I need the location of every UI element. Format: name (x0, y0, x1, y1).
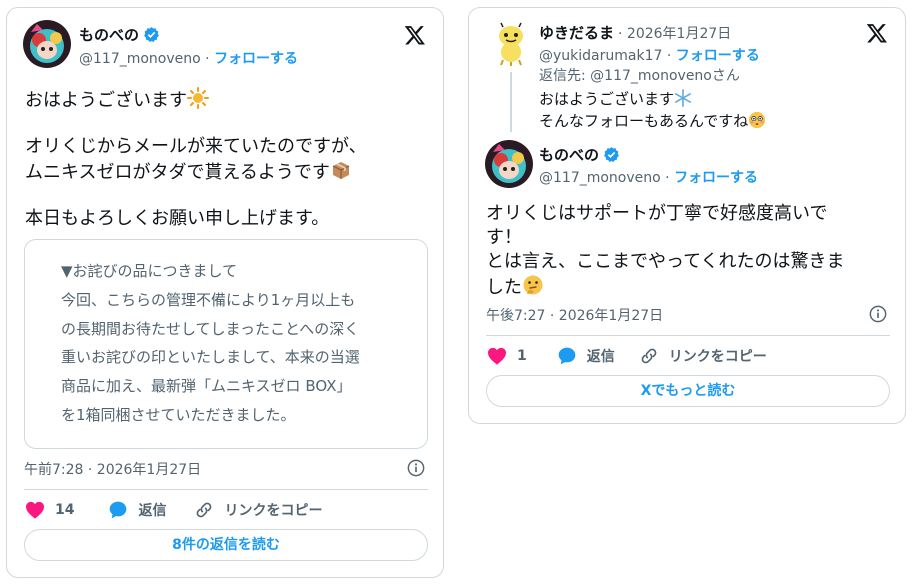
tweet-card-right: ゆきだるま · 2026年1月27日 @yukidarumak17 · フォロー… (468, 7, 906, 424)
separator-dot: · (665, 170, 675, 186)
separator-dot: · (666, 48, 676, 64)
tweet-line: す！ (486, 227, 522, 248)
tweet-line: オリくじはサポートが丁寧で好感度高いで (486, 203, 828, 224)
author-display-name[interactable]: ものべの (539, 144, 599, 165)
tweet-line: とは言え、ここまでやってくれたのは驚きま (486, 251, 845, 272)
quote-line: ▼お詫びの品につきまして (61, 262, 238, 280)
tweet-line: ムニキスゼロがタダで貰えるようです (25, 162, 330, 183)
tweet-line: した (486, 277, 522, 298)
reply-to-text[interactable]: 返信先: @117_monovenoさん (539, 65, 740, 85)
reply-author-name[interactable]: ゆきだるま (539, 22, 614, 43)
link-icon (197, 502, 212, 518)
reply-label: 返信 (586, 349, 615, 365)
like-button[interactable]: 1 (487, 347, 527, 365)
copy-link-label: リンクをコピー (668, 349, 767, 365)
divider (486, 335, 890, 336)
reply-bubble-icon (110, 501, 127, 519)
quote-line: 商品に加え、最新弾「ムニキスゼロ BOX」 (61, 377, 352, 396)
info-icon[interactable] (407, 459, 425, 477)
link-icon (641, 348, 657, 364)
flushed-face-emoji (749, 111, 766, 129)
tweet-timestamp[interactable]: 午後7:27 · 2026年1月27日 (486, 305, 663, 325)
thinking-face-emoji (523, 275, 543, 295)
separator-dot: · (205, 51, 215, 67)
author-handle[interactable]: @117_monoveno (539, 170, 661, 186)
tweet-line: 本日もよろしくお願い申し上げます。 (25, 208, 330, 229)
read-replies-button[interactable]: 8件の返信を読む (24, 529, 428, 561)
quote-line: の長期間お待たせしてしまったことへの深く (61, 319, 360, 338)
info-icon[interactable] (869, 305, 887, 323)
heart-icon (26, 501, 44, 519)
tweet-card-left: ものべの @117_monoveno · フォローする おはようございます オリ… (6, 7, 444, 578)
reply-date[interactable]: · 2026年1月27日 (618, 23, 731, 43)
follow-button[interactable]: フォローする (674, 170, 758, 186)
heart-icon (488, 347, 506, 365)
reply-line: そんなフォローもあるんですね (539, 112, 749, 130)
reply-bubble-icon (558, 347, 576, 365)
reply-label: 返信 (138, 503, 167, 519)
tweet-body: おはようございます オリくじからメールが来ていたのですが、 ムニキスゼロがタダで… (25, 87, 367, 231)
like-count: 1 (517, 348, 527, 364)
like-button[interactable]: 14 (25, 501, 74, 519)
x-logo-icon[interactable] (866, 22, 888, 44)
copy-link-button[interactable]: リンクをコピー (639, 346, 767, 366)
reply-button[interactable]: 返信 (108, 500, 166, 520)
reply-author-avatar[interactable] (491, 22, 531, 66)
verified-badge-icon (144, 27, 159, 43)
read-more-on-x-button[interactable]: Xでもっと読む (486, 375, 890, 407)
tweet-line: おはようございます (25, 90, 187, 111)
reply-line: おはようございます (539, 90, 675, 108)
tweet-body: オリくじはサポートが丁寧で好感度高いで す！ とは言え、ここまでやってくれたのは… (486, 202, 845, 298)
copy-link-label: リンクをコピー (224, 503, 323, 519)
package-emoji (332, 162, 350, 179)
author-display-name[interactable]: ものべの (79, 24, 139, 45)
reply-author-handle[interactable]: @yukidarumak17 (539, 48, 662, 64)
copy-link-button[interactable]: リンクをコピー (194, 500, 322, 520)
reply-body: おはようございます そんなフォローもあるんですね (539, 88, 766, 132)
quote-line: 今回、こちらの管理不備により1ヶ月以上も (61, 290, 356, 309)
tweet-timestamp[interactable]: 午前7:28 · 2026年1月27日 (24, 459, 201, 479)
verified-badge-icon (604, 147, 619, 163)
avatar[interactable] (485, 140, 533, 188)
divider (24, 489, 428, 490)
snowflake-emoji (675, 89, 692, 107)
quote-line: 重いお詫びの印といたしまして、本来の当選 (61, 348, 360, 367)
thread-connector (510, 72, 512, 132)
follow-button[interactable]: フォローする (214, 51, 298, 67)
reply-button[interactable]: 返信 (557, 346, 615, 366)
sun-emoji (187, 87, 209, 109)
author-handle[interactable]: @117_monoveno (79, 51, 201, 67)
quoted-text: ▼お詫びの品につきまして 今回、こちらの管理不備により1ヶ月以上も の長期間お待… (61, 257, 360, 430)
tweet-line: オリくじからメールが来ていたのですが、 (25, 136, 367, 157)
avatar[interactable] (23, 20, 71, 68)
follow-button[interactable]: フォローする (676, 48, 760, 64)
like-count: 14 (55, 502, 75, 518)
x-logo-icon[interactable] (404, 24, 426, 46)
quote-line: を1箱同梱させていただきました。 (61, 405, 296, 424)
